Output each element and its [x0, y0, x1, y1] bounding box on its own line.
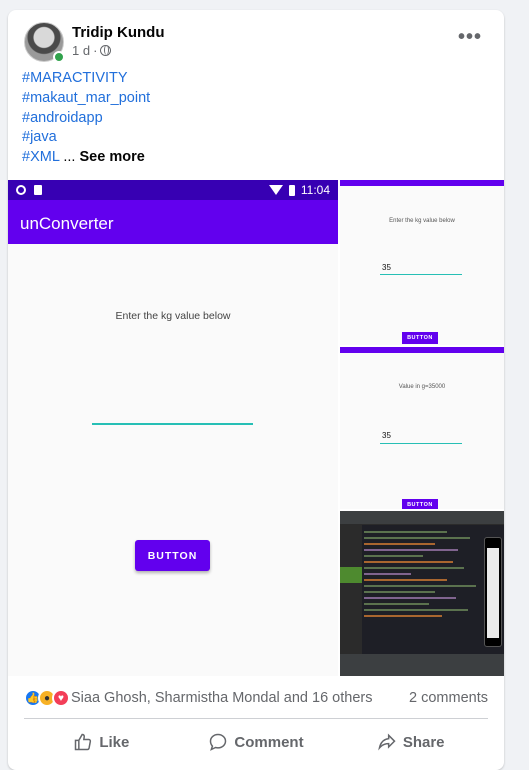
hashtag-link[interactable]: #makaut_mar_point [22, 89, 492, 109]
share-icon [378, 733, 396, 751]
share-label: Share [402, 733, 445, 751]
post-text: #MARACTIVITY #makaut_mar_point #androida… [22, 69, 492, 168]
hashtag-link[interactable]: #XML [22, 149, 59, 165]
like-label: Like [99, 733, 130, 751]
post-card: Tridip Kundu 1 d · ••• #MARACTIVITY #mak… [8, 10, 504, 770]
app-bar: unConverter [8, 200, 338, 244]
thumbs-up-icon [75, 733, 92, 751]
comment-label: Comment [234, 733, 304, 751]
online-status-icon [53, 51, 65, 63]
ide-status-bar [340, 654, 504, 676]
kg-input-field [380, 274, 462, 275]
globe-icon[interactable] [100, 45, 112, 56]
phone-status-bar: 11:04 [8, 180, 338, 200]
more-options-button[interactable]: ••• [452, 26, 488, 62]
battery-icon [288, 184, 295, 196]
kg-prompt-label: Enter the kg value below [389, 218, 455, 224]
result-label: Value in g=35000 [398, 384, 446, 390]
post-meta: 1 d · [72, 43, 112, 58]
hashtag-link[interactable]: #androidapp [22, 109, 492, 129]
app-bar [340, 347, 504, 353]
ide-code-lines [364, 531, 482, 621]
reactions-bar: 👍 ● ♥ Siaa Ghosh, Sharmistha Mondal and … [24, 686, 488, 710]
photo-thumb-2[interactable]: Value in g=35000 35 BUTTON [340, 347, 504, 509]
kg-input-field [380, 443, 462, 444]
photo-main[interactable]: 11:04 unConverter Enter the kg value bel… [8, 180, 338, 676]
love-reaction-icon: ♥ [52, 689, 70, 707]
app-title: unConverter [20, 214, 114, 233]
comment-icon [210, 733, 227, 751]
author-avatar[interactable] [24, 22, 65, 63]
post-time[interactable]: 1 d [72, 43, 90, 58]
comments-count[interactable]: 2 comments [409, 690, 488, 706]
share-button[interactable]: Share [333, 724, 488, 760]
photo-thumb-1[interactable]: Enter the kg value below 35 BUTTON [340, 180, 504, 345]
input-value: 35 [382, 263, 391, 272]
hashtag-link[interactable]: #MARACTIVITY [22, 69, 492, 89]
convert-button: BUTTON [135, 540, 210, 571]
post-header: Tridip Kundu 1 d · ••• [24, 22, 488, 63]
photo-thumb-ide[interactable] [340, 511, 504, 676]
kg-prompt-label: Enter the kg value below [115, 310, 231, 322]
hashtag-link[interactable]: #java [22, 128, 492, 148]
reactors-names[interactable]: Siaa Ghosh, Sharmistha Mondal and 16 oth… [71, 690, 372, 706]
reaction-icons[interactable]: 👍 ● ♥ [24, 689, 70, 707]
meta-separator: · [93, 43, 98, 58]
action-bar: Like Comment Share [24, 724, 488, 760]
see-more-link[interactable]: See more [80, 149, 145, 165]
ide-highlight [340, 567, 362, 583]
divider [24, 718, 488, 719]
wifi-icon [268, 185, 283, 195]
record-icon [16, 185, 26, 195]
ide-toolbar [340, 511, 504, 525]
status-time: 11:04 [300, 183, 330, 197]
input-value: 35 [382, 431, 391, 440]
kg-input-field [92, 423, 253, 425]
convert-button: BUTTON [402, 332, 438, 344]
author-name[interactable]: Tridip Kundu [72, 24, 164, 41]
ellipsis: ... [59, 149, 80, 166]
ide-emulator-preview [484, 537, 502, 647]
comment-button[interactable]: Comment [179, 724, 334, 760]
media-grid: 11:04 unConverter Enter the kg value bel… [8, 180, 504, 676]
sd-card-icon [34, 185, 42, 195]
convert-button: BUTTON [402, 499, 438, 509]
like-button[interactable]: Like [24, 724, 179, 760]
app-bar [340, 180, 504, 186]
